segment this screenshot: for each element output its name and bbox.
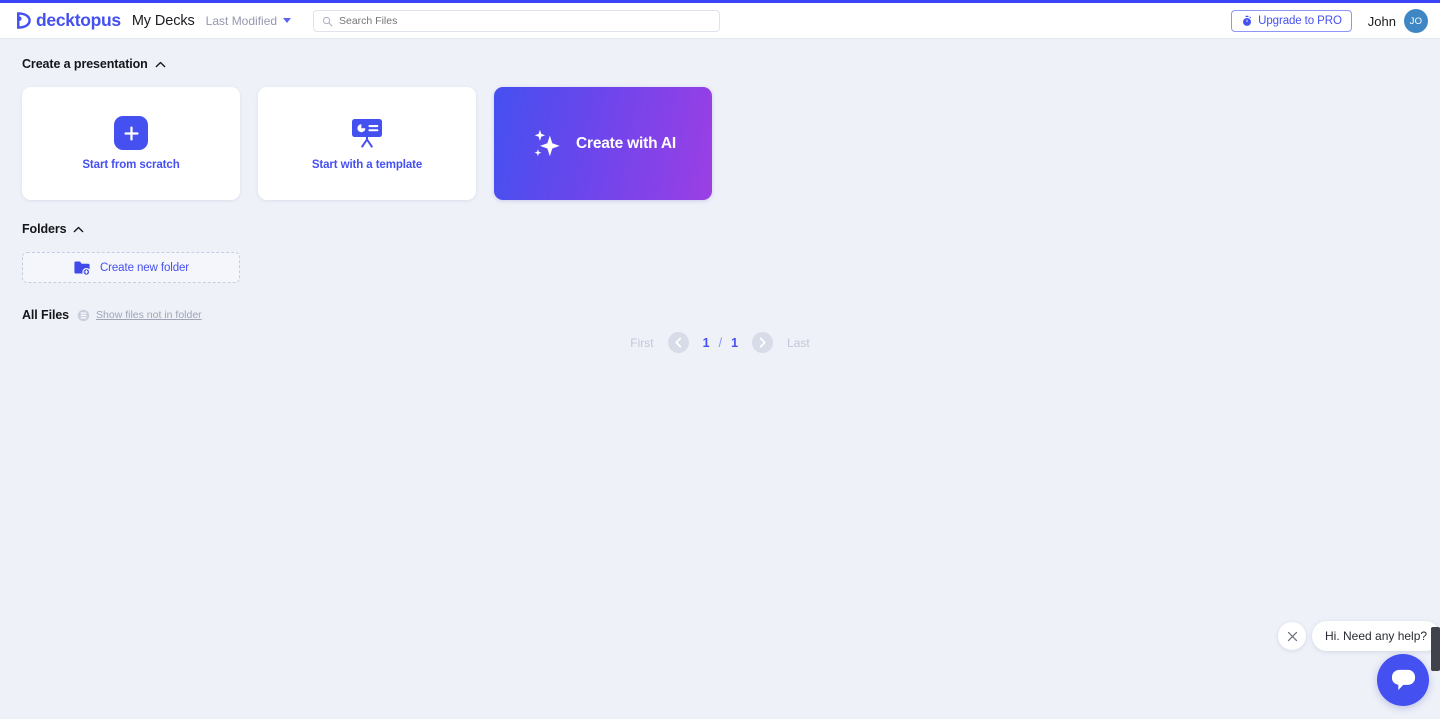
pagination: First 1 / 1 Last xyxy=(0,332,1440,353)
avatar-initials: JO xyxy=(1409,15,1423,27)
page-scrollbar[interactable] xyxy=(1431,627,1440,671)
create-presentation-title: Create a presentation xyxy=(22,57,148,71)
presentation-board-icon xyxy=(352,119,382,148)
show-files-not-in-folder-link[interactable]: Show files not in folder xyxy=(96,309,202,321)
list-circle-icon[interactable] xyxy=(77,309,90,322)
start-with-template-card[interactable]: Start with a template xyxy=(258,87,476,200)
start-from-scratch-label: Start from scratch xyxy=(82,159,180,171)
workspace-title: My Decks xyxy=(131,12,195,29)
pagination-total-pages: 1 xyxy=(731,335,739,350)
create-presentation-section-header[interactable]: Create a presentation xyxy=(22,57,166,71)
search-input[interactable] xyxy=(339,15,711,27)
app-root: decktopus My Decks Last Modified Search … xyxy=(0,0,1440,719)
search-icon xyxy=(322,16,333,26)
start-with-template-label: Start with a template xyxy=(311,159,423,171)
plus-icon-container xyxy=(114,116,148,150)
close-icon xyxy=(1287,631,1297,641)
pagination-separator: / xyxy=(718,335,723,350)
create-with-ai-label: Create with AI xyxy=(576,134,676,152)
sort-dropdown[interactable]: Last Modified xyxy=(205,13,292,28)
upgrade-to-pro-button[interactable]: Upgrade to PRO xyxy=(1231,10,1352,32)
top-header: decktopus My Decks Last Modified Search … xyxy=(0,3,1440,39)
search-bar[interactable] xyxy=(313,10,720,32)
chevron-up-icon xyxy=(74,226,84,232)
pagination-last-button[interactable]: Last xyxy=(787,336,810,350)
stopwatch-icon xyxy=(1243,15,1252,26)
decktopus-logo-icon xyxy=(17,12,31,29)
presentation-board-icon-container xyxy=(349,116,385,150)
chevron-up-icon xyxy=(155,61,166,67)
start-from-scratch-card[interactable]: Start from scratch xyxy=(22,87,240,200)
create-new-folder-label: Create new folder xyxy=(99,261,190,274)
chevron-down-icon xyxy=(283,18,292,23)
sort-dropdown-label: Last Modified xyxy=(205,13,278,28)
all-files-title: All Files xyxy=(22,308,70,322)
user-name: John xyxy=(1367,13,1396,29)
folder-plus-icon xyxy=(74,261,91,276)
chat-greeting-text: Hi. Need any help? xyxy=(1325,629,1428,643)
brand-name: decktopus xyxy=(36,10,121,30)
chevron-left-icon xyxy=(675,337,681,348)
create-new-folder-button[interactable]: Create new folder xyxy=(22,252,240,283)
brand-logo[interactable]: decktopus xyxy=(14,10,121,31)
chat-bubble-icon xyxy=(1391,669,1415,690)
pagination-current-page[interactable]: 1 xyxy=(703,336,710,350)
create-cards-row: Start from scratch Start with a template xyxy=(22,87,712,200)
chevron-right-icon xyxy=(759,337,766,348)
folders-section-header[interactable]: Folders xyxy=(22,222,84,236)
pagination-prev-button[interactable] xyxy=(667,332,689,353)
chat-greeting-bubble[interactable]: Hi. Need any help? xyxy=(1312,621,1440,651)
header-right-cluster: Upgrade to PRO John JO xyxy=(1231,3,1428,39)
chat-close-button[interactable] xyxy=(1278,622,1306,650)
pagination-next-button[interactable] xyxy=(752,332,774,353)
all-files-header: All Files Show files not in folder xyxy=(22,308,202,322)
pagination-first-button[interactable]: First xyxy=(630,336,653,350)
plus-icon xyxy=(123,125,139,141)
chat-launcher-button[interactable] xyxy=(1377,654,1429,706)
upgrade-to-pro-label: Upgrade to PRO xyxy=(1258,15,1342,27)
create-with-ai-card[interactable]: Create with AI xyxy=(494,87,712,200)
avatar[interactable]: JO xyxy=(1404,9,1428,33)
sparkles-icon xyxy=(534,129,560,156)
folders-title: Folders xyxy=(22,222,67,236)
